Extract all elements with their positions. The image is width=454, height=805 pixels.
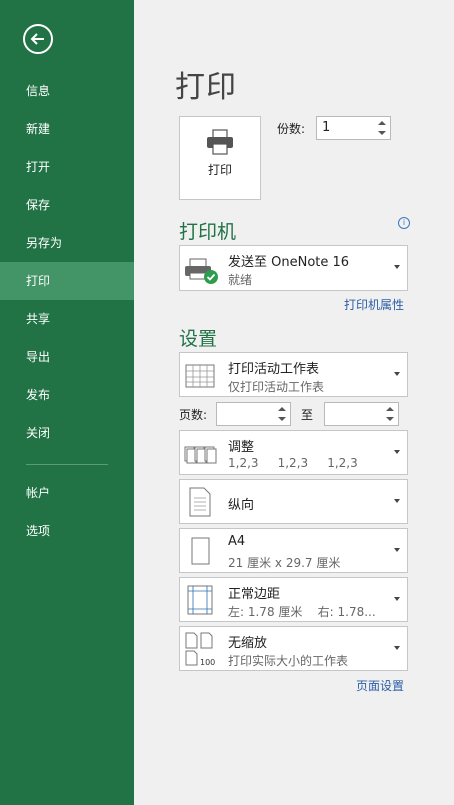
info-icon[interactable]: i (398, 217, 410, 229)
paper-size-title: A4 (228, 534, 246, 549)
copies-up-icon[interactable] (378, 121, 386, 125)
nav-info[interactable]: 信息 (0, 72, 134, 110)
arrow-left-icon (30, 33, 44, 45)
printer-dropdown[interactable]: 发送至 OneNote 16 就绪 (179, 245, 408, 291)
page-setup-link[interactable]: 页面设置 (356, 677, 404, 694)
scaling-dropdown[interactable]: 100 无缩放 打印实际大小的工作表 (179, 626, 408, 671)
chevron-down-icon (394, 372, 400, 376)
scaling-title: 无缩放 (228, 636, 268, 651)
chevron-down-icon (394, 265, 400, 269)
to-label: 至 (301, 408, 314, 422)
pages-label: 页数: (179, 408, 208, 422)
chevron-down-icon (394, 499, 400, 503)
nav-open[interactable]: 打开 (0, 148, 134, 186)
no-scaling-icon: 100 (185, 632, 215, 667)
chevron-down-icon (394, 646, 400, 650)
chevron-down-icon (394, 597, 400, 601)
printer-icon (207, 129, 233, 155)
nav-options[interactable]: 选项 (0, 512, 134, 550)
nav-new[interactable]: 新建 (0, 110, 134, 148)
printer-ready-icon (185, 258, 218, 284)
margins-title: 正常边距 (228, 587, 281, 602)
printer-heading: 打印机 (179, 221, 237, 243)
nav-save[interactable]: 保存 (0, 186, 134, 224)
collated-pages-icon (184, 446, 217, 464)
paper-icon (191, 537, 210, 565)
margins-subtitle: 左: 1.78 厘米 右: 1.78... (228, 605, 376, 619)
pages-from-stepper[interactable] (216, 402, 291, 426)
print-scope-subtitle: 仅打印活动工作表 (228, 380, 325, 394)
nav-export[interactable]: 导出 (0, 338, 134, 376)
nav-divider (26, 464, 108, 465)
nav-close[interactable]: 关闭 (0, 414, 134, 452)
print-scope-dropdown[interactable]: 打印活动工作表 仅打印活动工作表 (179, 352, 408, 397)
nav-publish[interactable]: 发布 (0, 376, 134, 414)
printer-properties-link[interactable]: 打印机属性 (344, 296, 404, 313)
printer-name: 发送至 OneNote 16 (228, 255, 350, 270)
print-pane: 打印 打印 份数: 1 打印机 i 发送至 OneNote 16 就绪 打印机属… (134, 0, 454, 805)
pages-from-down-icon[interactable] (278, 417, 286, 421)
pages-to-down-icon[interactable] (386, 417, 394, 421)
print-scope-title: 打印活动工作表 (228, 362, 320, 377)
copies-stepper[interactable]: 1 (316, 116, 391, 140)
copies-down-icon[interactable] (378, 131, 386, 135)
collation-dropdown[interactable]: 调整 1,2,3 1,2,3 1,2,3 (179, 430, 408, 475)
print-button-label: 打印 (207, 163, 232, 177)
nav-save-as[interactable]: 另存为 (0, 224, 134, 262)
pages-to-stepper[interactable] (324, 402, 399, 426)
backstage-sidebar: 信息 新建 打开 保存 另存为 打印 共享 导出 发布 关闭 帐户 选项 (0, 0, 134, 805)
scaling-subtitle: 打印实际大小的工作表 (228, 654, 349, 668)
collation-subtitle: 1,2,3 1,2,3 1,2,3 (228, 456, 358, 470)
paper-size-dropdown[interactable]: A4 21 厘米 x 29.7 厘米 (179, 528, 408, 573)
nav-print[interactable]: 打印 (0, 262, 134, 300)
margins-icon (187, 585, 213, 615)
svg-text:100: 100 (200, 658, 215, 667)
portrait-page-icon (189, 487, 211, 517)
pages-to-up-icon[interactable] (386, 407, 394, 411)
copies-value: 1 (322, 120, 331, 135)
chevron-down-icon (394, 450, 400, 454)
margins-dropdown[interactable]: 正常边距 左: 1.78 厘米 右: 1.78... (179, 577, 408, 622)
copies-label: 份数: (277, 122, 306, 136)
page-title: 打印 (175, 70, 237, 105)
worksheet-icon (185, 364, 215, 388)
orientation-dropdown[interactable]: 纵向 (179, 479, 408, 524)
paper-size-subtitle: 21 厘米 x 29.7 厘米 (228, 556, 341, 570)
print-button[interactable]: 打印 (179, 116, 261, 200)
nav-share[interactable]: 共享 (0, 300, 134, 338)
nav-account[interactable]: 帐户 (0, 474, 134, 512)
chevron-down-icon (394, 548, 400, 552)
back-button[interactable] (23, 24, 53, 54)
orientation-title: 纵向 (228, 498, 255, 513)
settings-heading: 设置 (179, 328, 218, 350)
printer-status: 就绪 (228, 273, 253, 287)
pages-from-up-icon[interactable] (278, 407, 286, 411)
collation-title: 调整 (228, 440, 255, 455)
